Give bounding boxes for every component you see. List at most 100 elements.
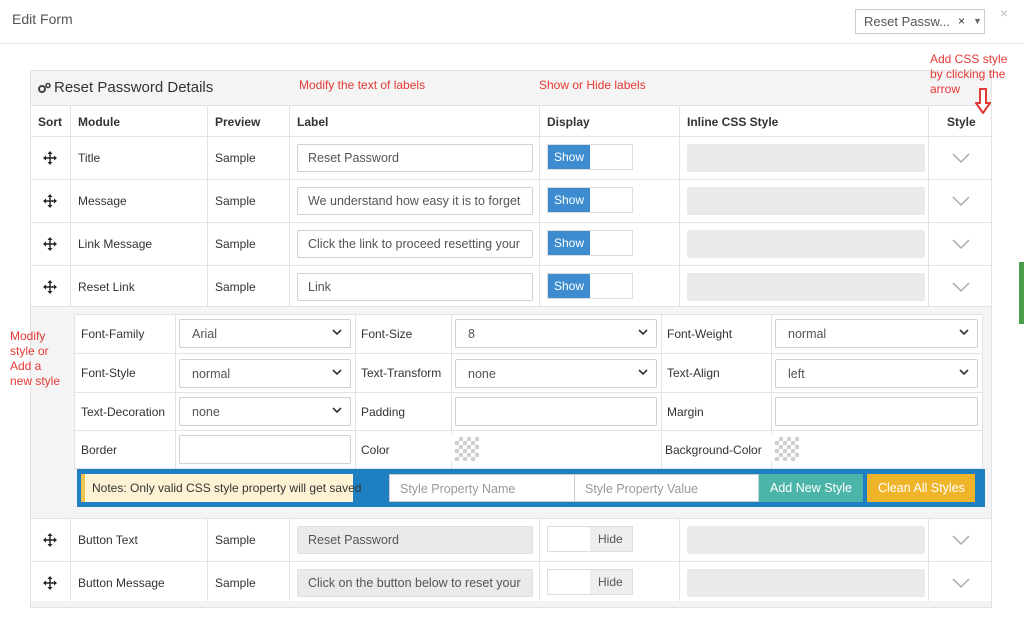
module-name: Reset Link: [70, 266, 207, 307]
padding-input[interactable]: [455, 397, 657, 426]
chevron-down-icon: [332, 369, 342, 376]
chevron-down-icon[interactable]: [952, 534, 970, 546]
font-size-value: 8: [468, 327, 475, 341]
gears-icon: [38, 82, 51, 93]
border-input[interactable]: [179, 435, 351, 464]
inline-css-field[interactable]: [687, 526, 925, 554]
font-family-select[interactable]: Arial: [179, 319, 351, 348]
move-icon[interactable]: [43, 280, 57, 294]
preview-link[interactable]: Sample: [207, 266, 289, 307]
move-icon[interactable]: [43, 576, 57, 590]
preview-link[interactable]: Sample: [207, 223, 289, 265]
style-editor: Font-Family Arial Font-Size 8 Font-Weigh…: [31, 306, 991, 518]
margin-label: Margin: [667, 405, 704, 419]
panel-title: Reset Password Details: [54, 79, 214, 96]
clean-all-styles-button[interactable]: Clean All Styles: [867, 474, 975, 502]
color-label: Color: [361, 443, 390, 457]
show-state: Show: [548, 274, 590, 298]
display-toggle[interactable]: Show: [547, 187, 633, 213]
annotation-css: Add CSS style by clicking the arrow: [930, 52, 1008, 96]
preview-link[interactable]: Sample: [207, 519, 289, 561]
table-row: Reset Link Sample Link Show: [31, 265, 991, 307]
display-toggle[interactable]: Hide: [547, 569, 633, 595]
label-input[interactable]: Reset Password: [297, 144, 533, 172]
font-weight-value: normal: [788, 327, 827, 341]
style-property-value-input[interactable]: Style Property Value: [574, 474, 759, 502]
move-icon[interactable]: [43, 533, 57, 547]
module-name: Title: [70, 137, 207, 179]
label-input[interactable]: Click the link to proceed resetting your: [297, 230, 533, 258]
font-weight-label: Font-Weight: [667, 327, 733, 341]
table-row: Button Message Sample Click on the butto…: [31, 561, 991, 601]
style-toolbar: Notes: Only valid CSS style property wil…: [77, 469, 985, 507]
chevron-down-icon[interactable]: [952, 281, 970, 293]
chevron-down-icon: [332, 329, 342, 336]
add-new-style-button[interactable]: Add New Style: [759, 474, 863, 502]
font-family-label: Font-Family: [81, 327, 145, 341]
move-icon[interactable]: [43, 237, 57, 251]
table-row: Link Message Sample Click the link to pr…: [31, 222, 991, 265]
inline-css-field[interactable]: [687, 144, 925, 172]
text-decoration-select[interactable]: none: [179, 397, 351, 426]
preview-link[interactable]: Sample: [207, 137, 289, 179]
module-name: Link Message: [70, 223, 207, 265]
display-toggle[interactable]: Hide: [547, 526, 633, 552]
inline-css-field[interactable]: [687, 273, 925, 301]
clear-icon[interactable]: ×: [958, 14, 965, 28]
arrow-down-icon: [975, 88, 991, 114]
text-align-select[interactable]: left: [775, 359, 978, 388]
form-select-value: Reset Passw...: [864, 14, 950, 29]
text-transform-select[interactable]: none: [455, 359, 657, 388]
col-display: Display: [539, 106, 679, 136]
module-name: Button Message: [70, 562, 207, 601]
inline-css-field[interactable]: [687, 569, 925, 597]
preview-link[interactable]: Sample: [207, 180, 289, 222]
style-property-name-input[interactable]: Style Property Name: [389, 474, 575, 502]
table-row: Title Sample Reset Password Show: [31, 136, 991, 179]
preview-link[interactable]: Sample: [207, 562, 289, 601]
chevron-down-icon[interactable]: [952, 577, 970, 589]
col-label: Label: [289, 106, 539, 136]
caret-down-icon[interactable]: ▼: [973, 16, 982, 26]
font-weight-select[interactable]: normal: [775, 319, 978, 348]
form-select[interactable]: Reset Passw... × ▼: [855, 9, 985, 34]
annotation-display: Show or Hide labels: [539, 78, 646, 92]
close-icon[interactable]: ×: [1000, 5, 1008, 21]
window-edge: [1019, 262, 1024, 324]
display-toggle[interactable]: Show: [547, 144, 633, 170]
move-icon[interactable]: [43, 194, 57, 208]
chevron-down-icon: [959, 329, 969, 336]
label-input[interactable]: Link: [297, 273, 533, 301]
chevron-down-icon[interactable]: [952, 152, 970, 164]
form-panel: Reset Password Details Sort Module Previ…: [30, 70, 992, 608]
module-name: Button Text: [70, 519, 207, 561]
label-input[interactable]: We understand how easy it is to forget: [297, 187, 533, 215]
margin-input[interactable]: [775, 397, 978, 426]
font-style-select[interactable]: normal: [179, 359, 351, 388]
label-input[interactable]: Reset Password: [297, 526, 533, 554]
inline-css-field[interactable]: [687, 230, 925, 258]
table-row: Message Sample We understand how easy it…: [31, 179, 991, 222]
annotation-labels: Modify the text of labels: [299, 78, 426, 92]
font-size-label: Font-Size: [361, 327, 413, 341]
color-picker[interactable]: [451, 433, 657, 462]
chevron-down-icon: [332, 407, 342, 414]
display-toggle[interactable]: Show: [547, 230, 633, 256]
text-align-value: left: [788, 367, 805, 381]
label-input[interactable]: Click on the button below to reset your: [297, 569, 533, 597]
inline-css-field[interactable]: [687, 187, 925, 215]
text-transform-label: Text-Transform: [361, 366, 442, 380]
col-module: Module: [70, 106, 207, 136]
font-style-value: normal: [192, 367, 231, 381]
annotation-style: Modify style or Add a new style: [10, 329, 61, 388]
font-size-select[interactable]: 8: [455, 319, 657, 348]
font-family-value: Arial: [192, 327, 218, 341]
chevron-down-icon[interactable]: [952, 195, 970, 207]
background-color-picker[interactable]: [771, 433, 978, 462]
transparent-swatch-icon: [775, 437, 799, 461]
move-icon[interactable]: [43, 151, 57, 165]
background-color-label: Background-Color: [665, 443, 762, 457]
display-toggle[interactable]: Show: [547, 273, 633, 299]
transparent-swatch-icon: [455, 437, 479, 461]
chevron-down-icon[interactable]: [952, 238, 970, 250]
